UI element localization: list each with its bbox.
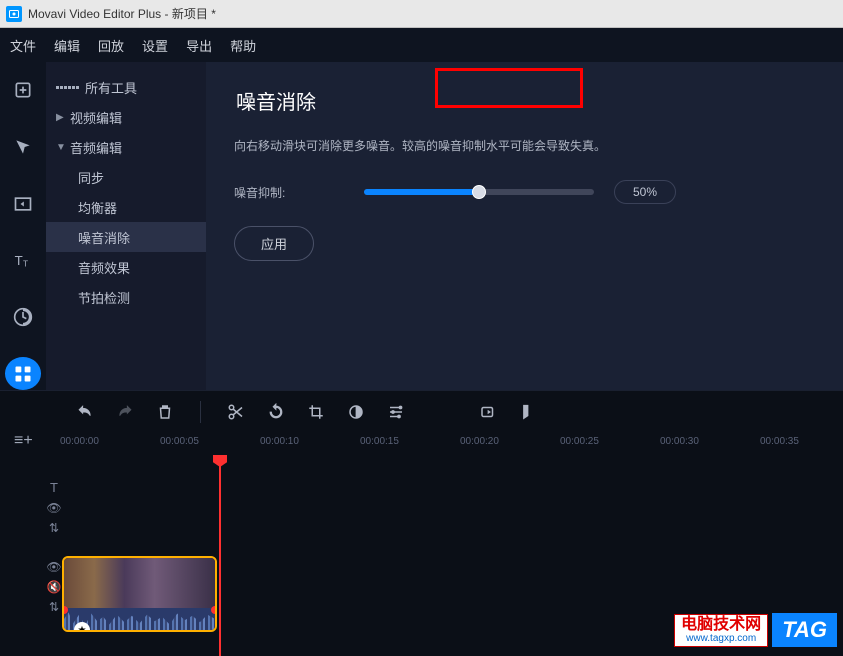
- rotate-button[interactable]: [267, 403, 285, 421]
- app-title: Movavi Video Editor Plus - 新项目 *: [28, 5, 216, 22]
- color-adjust-button[interactable]: [347, 403, 365, 421]
- clip-effects-star-icon[interactable]: ★: [74, 622, 90, 632]
- link-toggle[interactable]: ⇅: [49, 600, 59, 614]
- watermark: 电脑技术网 www.tagxp.com TAG: [674, 613, 837, 647]
- separator: [200, 401, 201, 423]
- tree-label: 音频效果: [78, 258, 130, 277]
- record-button[interactable]: [479, 403, 497, 421]
- rail-more-tools-icon[interactable]: [5, 357, 41, 390]
- rail-transitions-icon[interactable]: [5, 187, 41, 220]
- tree-label: 节拍检测: [78, 288, 130, 307]
- undo-button[interactable]: [76, 403, 94, 421]
- watermark-line2: www.tagxp.com: [681, 633, 761, 644]
- track-controls-text: T 👁 ⇅: [36, 476, 72, 535]
- tools-sidebar: 所有工具 ▶ 视频编辑 ▼ 音频编辑 同步 均衡器 噪音消除 音频效果 节拍检测: [46, 62, 206, 390]
- menu-file[interactable]: 文件: [10, 36, 36, 55]
- text-track-icon: T: [50, 480, 58, 495]
- tree-audio-edit[interactable]: ▼ 音频编辑: [46, 132, 206, 162]
- tree-label: 所有工具: [85, 78, 137, 97]
- menu-edit[interactable]: 编辑: [54, 36, 80, 55]
- grid-icon: [56, 86, 79, 89]
- delete-button[interactable]: [156, 403, 174, 421]
- tree-equalizer[interactable]: 均衡器: [46, 192, 206, 222]
- tree-label: 均衡器: [78, 198, 117, 217]
- timeline-toolbar: [0, 390, 843, 432]
- tree-noise-removal[interactable]: 噪音消除: [46, 222, 206, 252]
- tree-label: 噪音消除: [78, 228, 130, 247]
- visibility-toggle[interactable]: 👁: [46, 560, 61, 574]
- menu-help[interactable]: 帮助: [230, 36, 256, 55]
- slider-label: 噪音抑制:: [234, 184, 344, 201]
- apply-button[interactable]: 应用: [234, 226, 314, 261]
- mute-toggle[interactable]: 🔇: [47, 580, 62, 594]
- watermark-tag: TAG: [772, 613, 837, 647]
- ruler-tick: 00:00:10: [260, 436, 299, 447]
- tree-beat-detect[interactable]: 节拍检测: [46, 282, 206, 312]
- tree-sync[interactable]: 同步: [46, 162, 206, 192]
- tree-all-tools[interactable]: 所有工具: [46, 72, 206, 102]
- timeline-ruler[interactable]: 00:00:00 00:00:05 00:00:10 00:00:15 00:0…: [60, 432, 843, 456]
- rail-add-media-icon[interactable]: [5, 74, 41, 107]
- chevron-right-icon: ▶: [56, 112, 64, 123]
- add-track-button[interactable]: ≡+: [14, 432, 33, 450]
- watermark-text: 电脑技术网 www.tagxp.com: [674, 614, 768, 647]
- rail-stickers-icon[interactable]: [5, 301, 41, 334]
- slider-thumb[interactable]: [472, 185, 486, 199]
- slider-fill: [364, 189, 479, 195]
- timeline-clip[interactable]: ★: [62, 556, 217, 632]
- watermark-line1: 电脑技术网: [681, 617, 761, 633]
- panel-description: 向右移动滑块可消除更多噪音。较高的噪音抑制水平可能会导致失真。: [234, 137, 815, 154]
- link-toggle[interactable]: ⇅: [49, 521, 59, 535]
- slider-value-display: 50%: [614, 180, 676, 204]
- ruler-tick: 00:00:00: [60, 436, 99, 447]
- crop-button[interactable]: [307, 403, 325, 421]
- menu-export[interactable]: 导出: [186, 36, 212, 55]
- redo-button[interactable]: [116, 403, 134, 421]
- tree-audio-effects[interactable]: 音频效果: [46, 252, 206, 282]
- ruler-tick: 00:00:30: [660, 436, 699, 447]
- visibility-toggle[interactable]: 👁: [46, 501, 61, 515]
- tree-label: 同步: [78, 168, 104, 187]
- app-icon: [6, 6, 22, 22]
- ruler-tick: 00:00:25: [560, 436, 599, 447]
- split-button[interactable]: [227, 403, 245, 421]
- ruler-tick: 00:00:35: [760, 436, 799, 447]
- clip-handle-right[interactable]: [211, 606, 217, 614]
- panel-title: 噪音消除: [234, 82, 334, 119]
- annotation-highlight: [435, 68, 583, 108]
- ruler-tick: 00:00:15: [360, 436, 399, 447]
- clip-video-thumbnail: [64, 558, 215, 608]
- playhead[interactable]: [219, 456, 221, 656]
- menu-settings[interactable]: 设置: [142, 36, 168, 55]
- ruler-tick: 00:00:05: [160, 436, 199, 447]
- marker-button[interactable]: [519, 403, 537, 421]
- menu-bar: 文件 编辑 回放 设置 导出 帮助: [0, 28, 843, 62]
- noise-suppression-slider[interactable]: [364, 189, 594, 195]
- noise-suppression-row: 噪音抑制: 50%: [234, 180, 815, 204]
- tree-video-edit[interactable]: ▶ 视频编辑: [46, 102, 206, 132]
- tool-rail: TT: [0, 62, 46, 390]
- menu-playback[interactable]: 回放: [98, 36, 124, 55]
- chevron-down-icon: ▼: [56, 142, 64, 153]
- clip-properties-button[interactable]: [387, 403, 405, 421]
- window-titlebar: Movavi Video Editor Plus - 新项目 *: [0, 0, 843, 28]
- svg-text:T: T: [15, 253, 23, 268]
- rail-filters-icon[interactable]: [5, 131, 41, 164]
- ruler-tick: 00:00:20: [460, 436, 499, 447]
- tree-label: 视频编辑: [70, 108, 122, 127]
- main-area: TT 所有工具 ▶ 视频编辑 ▼ 音频编辑 同步 均衡器 噪音消除 音频效果 节…: [0, 62, 843, 390]
- rail-titles-icon[interactable]: TT: [5, 244, 41, 277]
- tree-label: 音频编辑: [70, 138, 122, 157]
- svg-text:T: T: [23, 259, 28, 269]
- tool-panel: 噪音消除 向右移动滑块可消除更多噪音。较高的噪音抑制水平可能会导致失真。 噪音抑…: [206, 62, 843, 390]
